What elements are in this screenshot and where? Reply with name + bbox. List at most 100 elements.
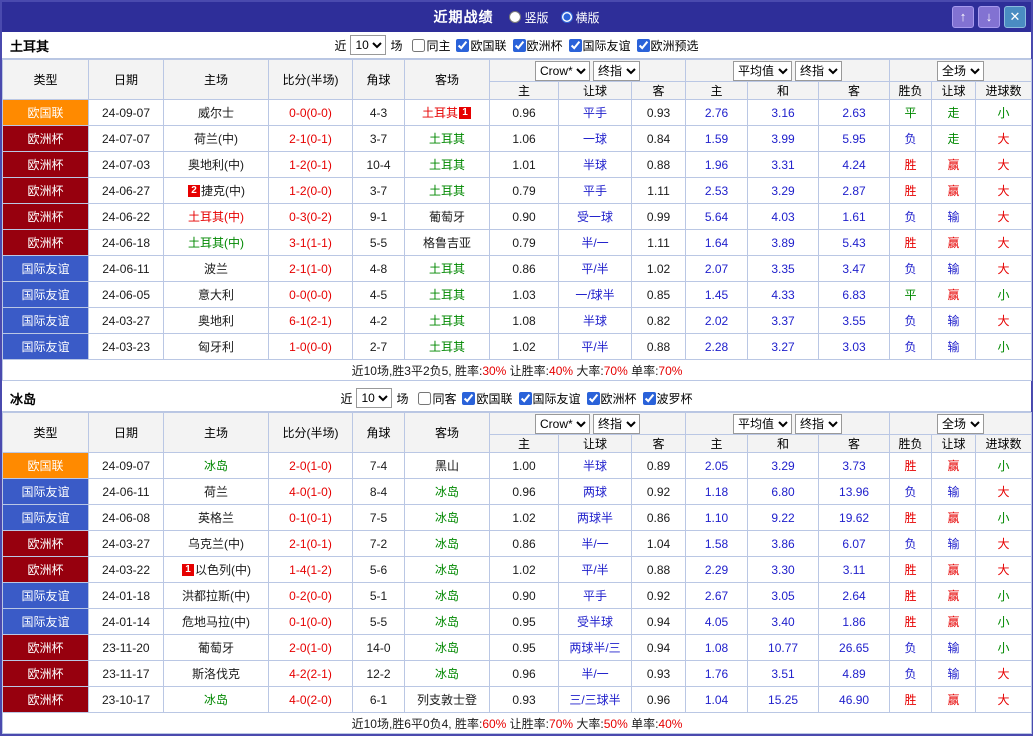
filter-option[interactable]: 国际友谊: [569, 37, 631, 54]
filter-checkbox[interactable]: [519, 392, 532, 405]
odds-time-select[interactable]: 终指: [593, 414, 640, 434]
odds-home-cell: 0.96: [490, 100, 559, 126]
filter-option[interactable]: 欧洲杯: [587, 390, 637, 407]
result-wdl-cell: 胜: [890, 583, 932, 609]
filter-checkbox[interactable]: [643, 392, 656, 405]
filter-checkbox[interactable]: [569, 39, 582, 52]
table-row: 欧洲杯24-06-18土耳其(中)3-1(1-1)5-5格鲁吉亚0.79半/一1…: [3, 230, 1032, 256]
horizontal-layout-radio[interactable]: [561, 11, 573, 23]
odds-handicap-cell: 半/一: [559, 230, 632, 256]
filter-option[interactable]: 欧国联: [456, 37, 506, 54]
avg-away-cell: 46.90: [819, 687, 890, 713]
league-cell: 国际友谊: [3, 334, 89, 360]
sub-header-avg-away: 客: [819, 435, 890, 453]
table-row: 欧国联24-09-07威尔士0-0(0-0)4-3土耳其10.96平手0.932…: [3, 100, 1032, 126]
team-name-text: 土耳其: [429, 132, 465, 146]
table-row: 国际友谊24-06-08英格兰0-1(0-1)7-5冰岛1.02两球半0.861…: [3, 505, 1032, 531]
corner-cell: 4-5: [353, 282, 405, 308]
score-cell: 4-0(2-0): [269, 687, 353, 713]
filter-checkbox[interactable]: [456, 39, 469, 52]
odds-source-select[interactable]: Crow*: [535, 61, 590, 81]
away-team-cell: 格鲁吉亚: [405, 230, 490, 256]
filter-option-label: 欧洲杯: [527, 37, 563, 54]
score-cell: 0-0(0-0): [269, 282, 353, 308]
filter-checkbox[interactable]: [513, 39, 526, 52]
filter-option[interactable]: 波罗杯: [643, 390, 693, 407]
result-wdl-cell: 胜: [890, 505, 932, 531]
avg-home-cell: 1.59: [686, 126, 748, 152]
league-cell: 欧洲杯: [3, 178, 89, 204]
summary-row: 近10场,胜6平0负4, 胜率:60% 让胜率:70% 大率:50% 单率:40…: [3, 713, 1032, 734]
radio-horizontal-layout[interactable]: 横版: [561, 9, 600, 26]
corner-cell: 7-4: [353, 453, 405, 479]
odds-away-cell: 0.88: [632, 152, 686, 178]
filter-suffix-label: 场: [396, 390, 408, 407]
odds-handicap-cell: 一球: [559, 126, 632, 152]
col-header-score: 比分(半场): [269, 413, 353, 453]
filter-option[interactable]: 欧洲预选: [637, 37, 699, 54]
date-cell: 24-07-03: [89, 152, 164, 178]
league-cell: 欧洲杯: [3, 557, 89, 583]
filter-option[interactable]: 欧国联: [462, 390, 512, 407]
scope-select[interactable]: 全场: [937, 61, 984, 81]
avg-home-cell: 1.10: [686, 505, 748, 531]
corner-cell: 3-7: [353, 178, 405, 204]
average-source-select[interactable]: 平均值: [733, 414, 792, 434]
score-cell: 3-1(1-1): [269, 230, 353, 256]
filter-controls: 近 10 场 同客欧国联国际友谊欧洲杯波罗杯: [340, 388, 692, 408]
odds-source-select[interactable]: Crow*: [535, 414, 590, 434]
scroll-up-button[interactable]: ↑: [952, 6, 974, 28]
away-team-cell: 冰岛: [405, 505, 490, 531]
corner-cell: 14-0: [353, 635, 405, 661]
filter-checkbox[interactable]: [587, 392, 600, 405]
avg-draw-cell: 3.05: [748, 583, 819, 609]
team-name-text: 列支敦士登: [417, 693, 477, 707]
summary-segment: 大率:: [573, 364, 604, 378]
filter-option[interactable]: 同客: [418, 390, 456, 407]
result-handicap-cell: 赢: [932, 178, 976, 204]
filter-option[interactable]: 同主: [412, 37, 450, 54]
odds-home-cell: 0.79: [490, 230, 559, 256]
avg-home-cell: 2.28: [686, 334, 748, 360]
radio-vertical-layout[interactable]: 竖版: [509, 9, 548, 26]
date-cell: 24-03-23: [89, 334, 164, 360]
scope-select[interactable]: 全场: [937, 414, 984, 434]
result-goals-cell: 大: [976, 308, 1032, 334]
table-row: 欧洲杯23-10-17冰岛4-0(2-0)6-1列支敦士登0.93三/三球半0.…: [3, 687, 1032, 713]
filter-option[interactable]: 国际友谊: [519, 390, 581, 407]
league-cell: 国际友谊: [3, 609, 89, 635]
league-cell: 国际友谊: [3, 308, 89, 334]
filter-checkbox[interactable]: [412, 39, 425, 52]
section-team-name: 土耳其: [10, 36, 49, 55]
avg-away-cell: 3.55: [819, 308, 890, 334]
odds-handicap-cell: 受一球: [559, 204, 632, 230]
filter-checkbox[interactable]: [462, 392, 475, 405]
close-button[interactable]: ✕: [1004, 6, 1026, 28]
filter-option[interactable]: 欧洲杯: [513, 37, 563, 54]
average-source-select[interactable]: 平均值: [733, 61, 792, 81]
average-time-select[interactable]: 终指: [795, 414, 842, 434]
date-cell: 23-10-17: [89, 687, 164, 713]
home-team-cell: 匈牙利: [164, 334, 269, 360]
avg-draw-cell: 4.33: [748, 282, 819, 308]
team-name-text: 洪都拉斯(中): [182, 589, 250, 603]
scroll-down-button[interactable]: ↓: [978, 6, 1000, 28]
home-team-cell: 威尔士: [164, 100, 269, 126]
avg-away-cell: 1.86: [819, 609, 890, 635]
score-cell: 0-3(0-2): [269, 204, 353, 230]
odds-time-select[interactable]: 终指: [593, 61, 640, 81]
recent-count-select[interactable]: 10: [350, 35, 386, 55]
recent-count-select[interactable]: 10: [356, 388, 392, 408]
date-cell: 24-06-11: [89, 256, 164, 282]
odds-handicap-cell: 平手: [559, 178, 632, 204]
vertical-layout-radio[interactable]: [509, 11, 521, 23]
odds-home-cell: 0.96: [490, 661, 559, 687]
average-time-select[interactable]: 终指: [795, 61, 842, 81]
filter-checkbox[interactable]: [418, 392, 431, 405]
result-handicap-cell: 赢: [932, 230, 976, 256]
home-team-cell: 1以色列(中): [164, 557, 269, 583]
number-badge: 1: [459, 107, 471, 119]
result-handicap-cell: 赢: [932, 583, 976, 609]
avg-away-cell: 4.89: [819, 661, 890, 687]
filter-checkbox[interactable]: [637, 39, 650, 52]
